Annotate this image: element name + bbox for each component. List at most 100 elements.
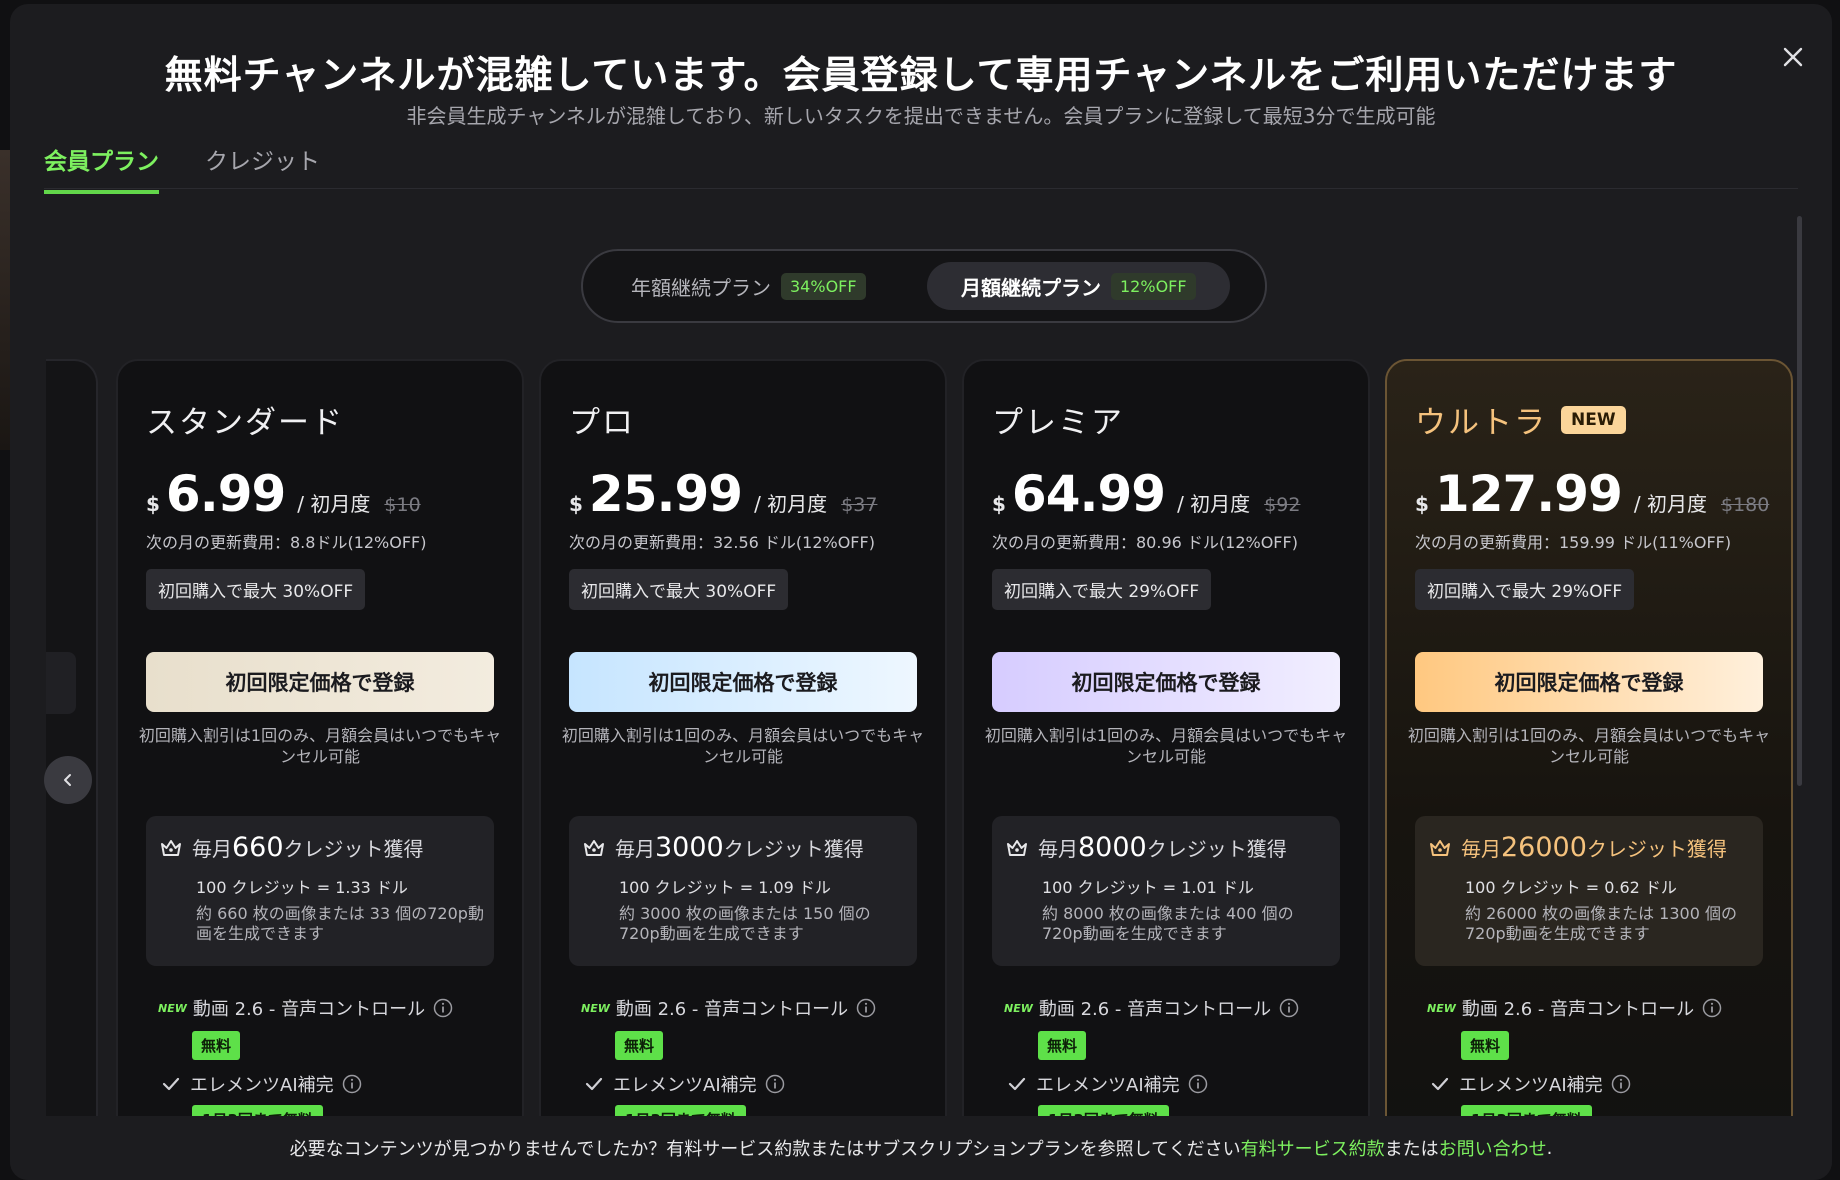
currency-symbol: $: [569, 492, 583, 516]
credit-rate: 100 クレジット = 0.62 ドル: [1465, 878, 1677, 897]
credit-suffix: クレジット獲得: [1146, 837, 1287, 861]
tab-credits[interactable]: クレジット: [205, 142, 320, 194]
renewal-price: 次の月の更新費用：80.96 ドル(12%OFF): [992, 533, 1298, 552]
info-icon[interactable]: [1279, 998, 1299, 1018]
modal-subtitle: 非会員生成チャンネルが混雑しており、新しいタスクを提出できません。会員プランに登…: [406, 104, 1436, 128]
original-price: $180: [1720, 494, 1770, 516]
new-badge: NEW: [1561, 405, 1626, 434]
info-icon[interactable]: [433, 998, 453, 1018]
monthly-plan-option[interactable]: 月額継続プラン 12%OFF: [927, 262, 1230, 310]
currency-symbol: $: [146, 492, 160, 516]
credit-headline: 毎月 3000 クレジット獲得: [583, 832, 864, 863]
price-row: $ 64.99 / 初月度 $92: [992, 465, 1300, 523]
subscribe-button[interactable]: 初回限定価格で登録: [992, 652, 1340, 712]
cancel-note: 初回購入割引は1回のみ、月額会員はいつでもキャンセル可能: [984, 726, 1348, 766]
plan-card-premier: プレミア $ 64.99 / 初月度 $92 次の月の更新費用：80.96 ドル…: [962, 359, 1370, 1180]
terms-link[interactable]: 有料サービス約款: [1241, 1135, 1385, 1161]
credit-box: 毎月 8000 クレジット獲得 100 クレジット = 1.01 ドル 約 80…: [992, 816, 1340, 966]
info-icon[interactable]: [856, 998, 876, 1018]
plan-price: 64.99: [1011, 465, 1166, 523]
currency-symbol: $: [1415, 492, 1429, 516]
plan-name-label: ウルトラ: [1415, 405, 1547, 441]
original-price: $10: [384, 494, 421, 516]
close-icon: [1783, 47, 1803, 67]
feature-elements-ai: エレメンツAI補完: [1008, 1071, 1208, 1097]
credit-prefix: 毎月: [615, 837, 655, 861]
feature-elements-ai: エレメンツAI補完: [585, 1071, 785, 1097]
yearly-plan-label: 年額継続プラン: [631, 275, 771, 300]
info-icon[interactable]: [342, 1074, 362, 1094]
contact-link[interactable]: お問い合わせ: [1439, 1135, 1547, 1161]
plan-card-ultra: ウルトラ NEW $ 127.99 / 初月度 $180 次の月の更新費用：15…: [1385, 359, 1793, 1180]
credit-headline: 毎月 8000 クレジット獲得: [1006, 832, 1287, 863]
free-tag: 無料: [192, 1031, 241, 1060]
discount-chip: 初回購入で最大 30%OFF: [146, 569, 366, 610]
credit-amount: 3000: [655, 832, 724, 863]
price-row: $ 6.99 / 初月度 $10: [146, 465, 421, 523]
modal-title: 無料チャンネルが混雑しています。会員登録して専用チャンネルをご利用いただけます: [164, 53, 1678, 97]
discount-chip: 初回購入で最大 30%OFF: [569, 569, 789, 610]
feature-label: 動画 2.6 - 音声コントロール: [1038, 999, 1272, 1020]
original-price: $92: [1264, 494, 1301, 516]
crown-icon: [1430, 839, 1450, 856]
plan-name-label: プレミア: [992, 405, 1124, 441]
feature-new-tag: NEW: [1427, 1001, 1456, 1015]
feature-video-audio: NEW 動画 2.6 - 音声コントロール: [1004, 995, 1299, 1021]
credit-description: 約 660 枚の画像または 33 個の720p動画を生成できます: [196, 904, 484, 943]
footer-middle-text: または: [1384, 1139, 1439, 1160]
carousel-prev-button[interactable]: [44, 756, 92, 804]
feature-elements-ai: エレメンツAI補完: [162, 1071, 362, 1097]
check-icon: [1431, 1077, 1449, 1091]
credit-box: 毎月 660 クレジット獲得 100 クレジット = 1.33 ドル 約 660…: [146, 816, 494, 966]
close-button[interactable]: [1776, 40, 1810, 74]
info-icon[interactable]: [765, 1074, 785, 1094]
scrollbar[interactable]: [1797, 216, 1802, 786]
feature-video-audio: NEW 動画 2.6 - 音声コントロール: [1427, 995, 1722, 1021]
credit-headline: 毎月 660 クレジット獲得: [160, 832, 424, 863]
previous-card-button-partial: [46, 652, 76, 714]
crown-icon: [161, 839, 181, 856]
plan-tabs: 会員プラン クレジット: [44, 142, 320, 194]
cancel-note: 初回購入割引は1回のみ、月額会員はいつでもキャンセル可能: [138, 726, 502, 766]
cancel-note: 初回購入割引は1回のみ、月額会員はいつでもキャンセル可能: [1407, 726, 1771, 766]
check-icon: [585, 1077, 603, 1091]
renewal-price: 次の月の更新費用：32.56 ドル(12%OFF): [569, 533, 875, 552]
free-tag: 無料: [1038, 1031, 1087, 1060]
free-tag: 無料: [615, 1031, 664, 1060]
info-icon[interactable]: [1188, 1074, 1208, 1094]
subscribe-button[interactable]: 初回限定価格で登録: [1415, 652, 1763, 712]
price-row: $ 127.99 / 初月度 $180: [1415, 465, 1769, 523]
credit-suffix: クレジット獲得: [283, 837, 424, 861]
check-icon: [1008, 1077, 1026, 1091]
credit-rate: 100 クレジット = 1.33 ドル: [196, 878, 408, 897]
footer-end-text: .: [1546, 1137, 1553, 1159]
chevron-left-icon: [64, 774, 71, 786]
feature-video-audio: NEW 動画 2.6 - 音声コントロール: [581, 995, 876, 1021]
crown-icon: [584, 839, 604, 856]
monthly-plan-label: 月額継続プラン: [961, 275, 1101, 300]
free-tag: 無料: [1461, 1031, 1510, 1060]
feature-elements-ai: エレメンツAI補完: [1431, 1071, 1631, 1097]
price-period: / 初月度: [1633, 492, 1707, 516]
subscribe-button[interactable]: 初回限定価格で登録: [146, 652, 494, 712]
subscribe-button[interactable]: 初回限定価格で登録: [569, 652, 917, 712]
tab-membership-plans[interactable]: 会員プラン: [44, 142, 159, 194]
tabs-divider: [44, 188, 1798, 189]
credit-rate: 100 クレジット = 1.01 ドル: [1042, 878, 1254, 897]
discount-chip: 初回購入で最大 29%OFF: [992, 569, 1212, 610]
credit-box: 毎月 3000 クレジット獲得 100 クレジット = 1.09 ドル 約 30…: [569, 816, 917, 966]
info-icon[interactable]: [1611, 1074, 1631, 1094]
plan-price: 127.99: [1434, 465, 1623, 523]
credit-description: 約 3000 枚の画像または 150 個の720p動画を生成できます: [619, 904, 871, 943]
plan-name: プレミア: [992, 397, 1124, 442]
crown-icon: [1007, 839, 1027, 856]
plan-price: 6.99: [165, 465, 286, 523]
credit-amount: 26000: [1501, 832, 1587, 863]
feature-video-audio: NEW 動画 2.6 - 音声コントロール: [158, 995, 453, 1021]
yearly-plan-option[interactable]: 年額継続プラン 34%OFF: [597, 262, 900, 310]
feature-label: 動画 2.6 - 音声コントロール: [615, 999, 849, 1020]
info-icon[interactable]: [1702, 998, 1722, 1018]
credit-suffix: クレジット獲得: [723, 837, 864, 861]
plan-name-label: プロ: [569, 405, 635, 441]
credit-amount: 660: [232, 832, 284, 863]
